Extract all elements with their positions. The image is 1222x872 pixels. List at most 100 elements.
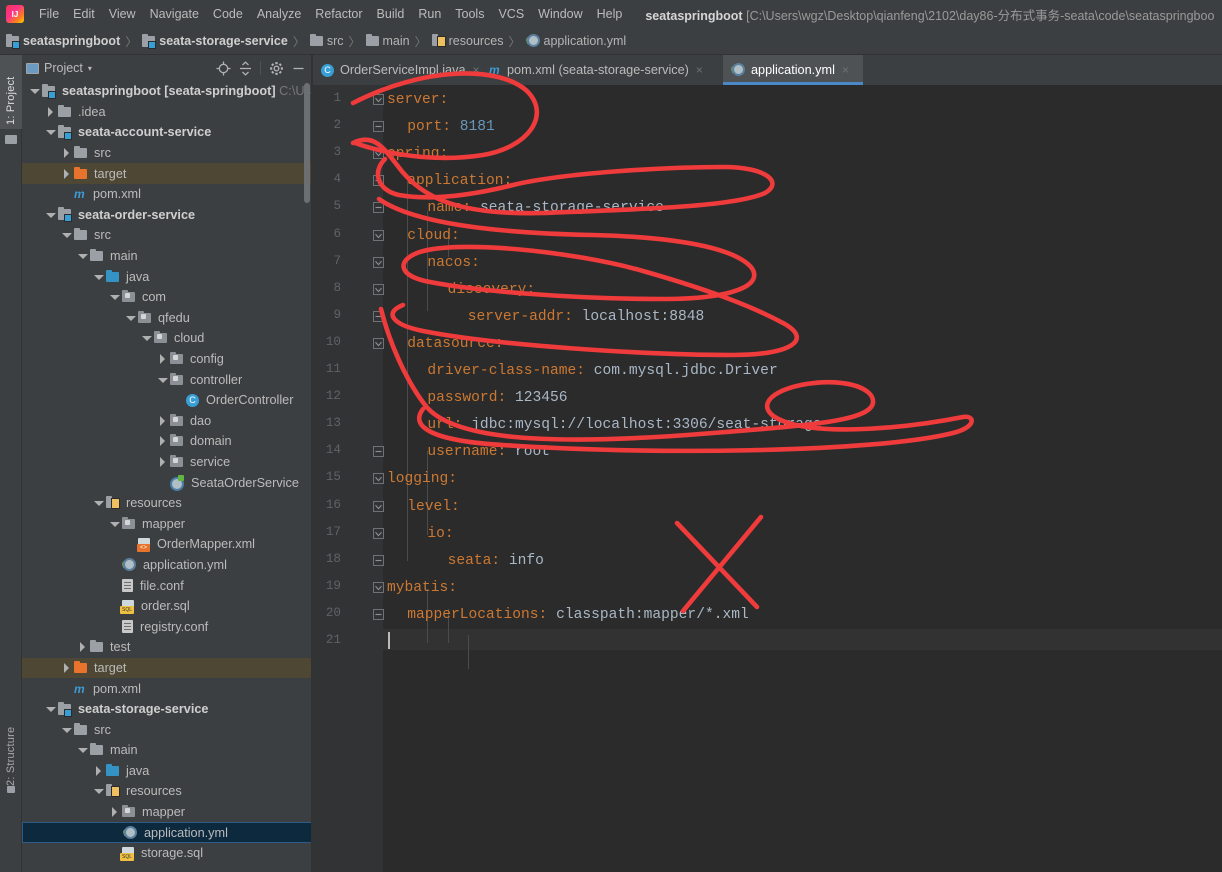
code-line-8[interactable]: discovery: <box>448 281 536 299</box>
tree-item-com[interactable]: com <box>22 287 312 308</box>
chevron-down-icon[interactable] <box>60 229 72 241</box>
tree-item-target[interactable]: target <box>22 657 312 679</box>
project-tree[interactable]: seataspringboot [seata-springboot] C:\Us… <box>22 81 312 872</box>
chevron-right-icon[interactable] <box>76 641 88 653</box>
menu-item-window[interactable]: Window <box>531 5 589 23</box>
tree-item-seataspringboot[interactable]: seataspringboot [seata-springboot] C:\Us <box>22 81 312 102</box>
chevron-down-icon[interactable] <box>108 291 120 303</box>
tree-item-target[interactable]: target <box>22 163 312 184</box>
code-line-10[interactable]: datasource: <box>407 335 503 353</box>
chevron-right-icon[interactable] <box>156 353 168 365</box>
code-line-6[interactable]: cloud: <box>407 227 460 245</box>
menu-item-edit[interactable]: Edit <box>66 5 102 23</box>
tree-item-cloud[interactable]: cloud <box>22 328 312 349</box>
code-line-3[interactable]: spring: <box>387 145 448 163</box>
editor-code-area[interactable]: server: port: 8181 spring: application: name… <box>383 85 1222 872</box>
code-line-20[interactable]: mapperLocations: classpath:mapper/*.xml <box>407 606 749 624</box>
chevron-down-icon[interactable] <box>44 209 56 221</box>
tree-item-application-yml[interactable]: application.yml <box>22 822 312 843</box>
code-line-16[interactable]: level: <box>407 498 460 516</box>
tree-item-resources[interactable]: resources <box>22 781 312 802</box>
tree-item-src[interactable]: src <box>22 143 312 164</box>
chevron-down-icon[interactable] <box>92 497 104 509</box>
tree-item-ordermapper-xml[interactable]: OrderMapper.xml <box>22 534 312 555</box>
chevron-down-icon[interactable] <box>44 703 56 715</box>
breadcrumb-item-src[interactable]: src <box>309 34 344 48</box>
chevron-right-icon[interactable] <box>156 435 168 447</box>
code-line-9[interactable]: server-addr: localhost:8848 <box>468 308 704 326</box>
chevron-right-icon[interactable] <box>60 147 72 159</box>
code-editor[interactable]: 1 2 3 4 5 6 7 8 9 10 11 12 13 14 15 16 17 18 19 20 21 server… <box>313 85 1222 872</box>
tool-tab-project[interactable]: 1: Project <box>0 55 22 129</box>
tree-item-main[interactable]: main <box>22 246 312 267</box>
menu-item-tools[interactable]: Tools <box>448 5 491 23</box>
chevron-down-icon[interactable] <box>108 518 120 530</box>
tree-item-test[interactable]: test <box>22 637 312 658</box>
menu-item-build[interactable]: Build <box>370 5 412 23</box>
chevron-right-icon[interactable] <box>156 456 168 468</box>
menu-item-analyze[interactable]: Analyze <box>250 5 308 23</box>
code-line-15[interactable]: logging: <box>387 470 457 488</box>
tree-item-main[interactable]: main <box>22 740 312 761</box>
code-line-2[interactable]: port: 8181 <box>407 118 495 136</box>
menu-item-help[interactable]: Help <box>590 5 630 23</box>
code-line-19[interactable]: mybatis: <box>387 579 457 597</box>
code-line-5[interactable]: name: seata-storage-service <box>427 199 663 217</box>
code-line-14[interactable]: username: root <box>427 443 550 461</box>
tool-tab-structure[interactable]: 2: Structure <box>0 710 22 802</box>
close-icon[interactable]: × <box>696 63 703 77</box>
chevron-right-icon[interactable] <box>60 662 72 674</box>
menu-item-navigate[interactable]: Navigate <box>143 5 206 23</box>
code-line-4[interactable]: application: <box>407 172 512 190</box>
tree-item-storage-sql[interactable]: storage.sql <box>22 843 312 864</box>
tree-item--idea[interactable]: .idea <box>22 102 312 123</box>
chevron-down-icon[interactable] <box>156 374 168 386</box>
tree-item-file-conf[interactable]: file.conf <box>22 575 312 596</box>
chevron-down-icon[interactable] <box>28 85 40 97</box>
tree-item-dao[interactable]: dao <box>22 411 312 432</box>
tree-item-ordercontroller[interactable]: OrderController <box>22 390 312 411</box>
code-line-7[interactable]: nacos: <box>427 254 480 272</box>
code-line-12[interactable]: password: 123456 <box>427 389 567 407</box>
chevron-right-icon[interactable] <box>108 806 120 818</box>
code-line-11[interactable]: driver-class-name: com.mysql.jdbc.Driver <box>427 362 777 380</box>
collapse-all-icon[interactable] <box>235 58 255 78</box>
breadcrumb-item-resources[interactable]: resources <box>431 34 504 48</box>
breadcrumb-item-seataspringboot[interactable]: seataspringboot <box>6 33 120 49</box>
menu-item-run[interactable]: Run <box>411 5 448 23</box>
tree-item-src[interactable]: src <box>22 225 312 246</box>
editor-gutter[interactable]: 1 2 3 4 5 6 7 8 9 10 11 12 13 14 15 16 17 18 19 20 21 <box>313 85 384 872</box>
editor-tab-application-yml[interactable]: application.yml × <box>723 55 863 85</box>
menu-item-refactor[interactable]: Refactor <box>308 5 369 23</box>
code-line-17[interactable]: io: <box>427 525 453 543</box>
tree-item-pom-xml[interactable]: m pom.xml <box>22 678 312 699</box>
hide-panel-icon[interactable] <box>288 58 308 78</box>
close-icon[interactable]: × <box>473 63 480 77</box>
menu-item-code[interactable]: Code <box>206 5 250 23</box>
tree-item-resources[interactable]: resources <box>22 493 312 514</box>
chevron-down-icon[interactable] <box>92 271 104 283</box>
breadcrumb-item-main[interactable]: main <box>365 34 410 48</box>
menu-item-vcs[interactable]: VCS <box>491 5 531 23</box>
chevron-down-icon[interactable] <box>92 785 104 797</box>
editor-tab-orderserviceimpl-java[interactable]: OrderServiceImpl.java × <box>313 55 481 85</box>
tree-item-seata-account-service[interactable]: seata-account-service <box>22 122 312 143</box>
menu-item-view[interactable]: View <box>102 5 143 23</box>
tree-item-src[interactable]: src <box>22 719 312 740</box>
close-icon[interactable]: × <box>842 63 849 77</box>
tree-item-seataorderservice[interactable]: SeataOrderService <box>22 472 312 493</box>
tree-item-registry-conf[interactable]: registry.conf <box>22 616 312 637</box>
tree-item-mapper[interactable]: mapper <box>22 802 312 823</box>
tree-item-config[interactable]: config <box>22 349 312 370</box>
project-tree-scrollbar[interactable] <box>304 83 310 203</box>
tree-item-mapper[interactable]: mapper <box>22 513 312 534</box>
tree-item-order-sql[interactable]: order.sql <box>22 596 312 617</box>
tree-item-seata-order-service[interactable]: seata-order-service <box>22 205 312 226</box>
tree-item-application-yml[interactable]: application.yml <box>22 555 312 576</box>
chevron-down-icon[interactable] <box>60 724 72 736</box>
tree-item-domain[interactable]: domain <box>22 431 312 452</box>
locate-in-tree-icon[interactable] <box>213 58 233 78</box>
tree-item-qfedu[interactable]: qfedu <box>22 308 312 329</box>
chevron-right-icon[interactable] <box>60 168 72 180</box>
chevron-down-icon[interactable] <box>140 332 152 344</box>
